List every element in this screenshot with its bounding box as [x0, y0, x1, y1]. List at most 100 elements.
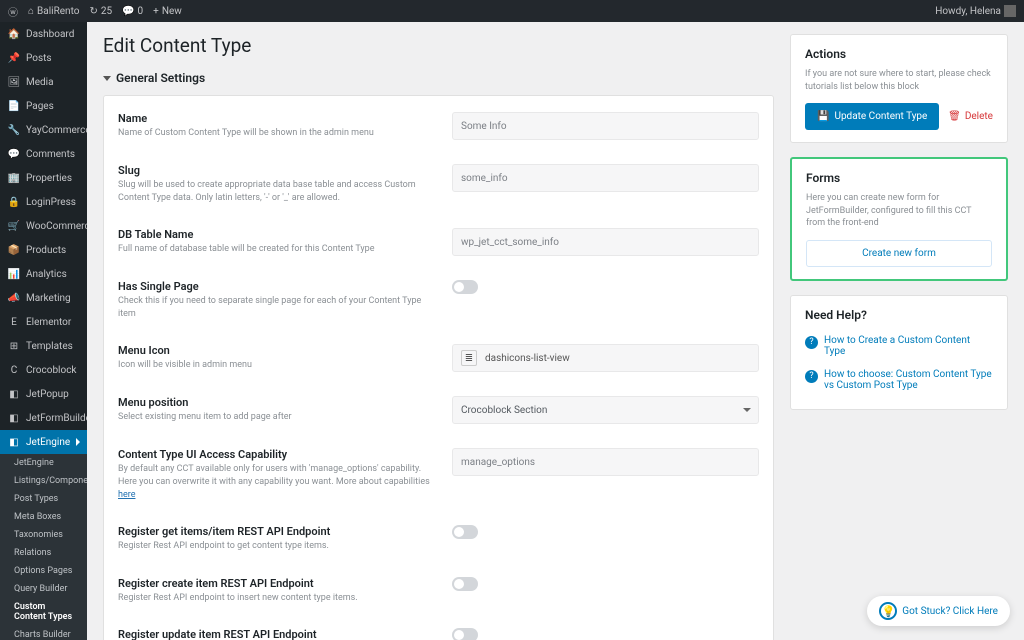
field-desc: Name of Custom Content Type will be show… — [118, 127, 436, 140]
menu-icon: E — [8, 316, 20, 328]
menu-position-select[interactable]: Crocoblock Section — [452, 396, 759, 424]
menu-icon: 📌 — [8, 52, 20, 64]
sidebar-item-woocommerce[interactable]: 🛒WooCommerce — [0, 214, 87, 238]
sidebar-item-label: JetPopup — [26, 389, 69, 400]
capabilities-link[interactable]: here — [118, 490, 135, 500]
sidebar-item-loginpress[interactable]: 🔒LoginPress — [0, 190, 87, 214]
sidebar-item-label: Templates — [26, 341, 73, 352]
field-label: DB Table Name — [118, 228, 436, 241]
actions-heading: Actions — [805, 47, 993, 61]
rest-update-toggle[interactable] — [452, 628, 478, 640]
create-form-button[interactable]: Create new form — [806, 240, 992, 267]
submenu-item-taxonomies[interactable]: Taxonomies — [0, 526, 87, 544]
submenu-item-jetengine[interactable]: JetEngine — [0, 454, 87, 472]
sidebar-item-comments[interactable]: 💬Comments — [0, 142, 87, 166]
sidebar-item-posts[interactable]: 📌 Posts — [0, 46, 87, 70]
wp-logo-icon[interactable]: ⓦ — [8, 4, 18, 19]
new-button[interactable]: +New — [153, 6, 182, 17]
db-table-input[interactable] — [452, 228, 759, 256]
sidebar-item-dashboard[interactable]: 🏠Dashboard — [0, 22, 87, 46]
menu-icon: ◧ — [8, 412, 20, 424]
forms-desc: Here you can create new form for JetForm… — [806, 192, 992, 230]
slug-input[interactable] — [452, 164, 759, 192]
submenu-item-meta-boxes[interactable]: Meta Boxes — [0, 508, 87, 526]
site-name[interactable]: ⌂BaliRento — [28, 6, 79, 17]
menu-icon: ⊞ — [8, 340, 20, 352]
menu-icon: 📄 — [8, 100, 20, 112]
menu-icon: 🔒 — [8, 196, 20, 208]
sidebar-item-label: Dashboard — [26, 29, 74, 40]
actions-card: Actions If you are not sure where to sta… — [790, 34, 1008, 143]
sidebar-item-templates[interactable]: ⊞ Templates — [0, 334, 87, 358]
sidebar-item-jetformbuilder[interactable]: ◧ JetFormBuilder — [0, 406, 87, 430]
menu-icon: 📊 — [8, 268, 20, 280]
sidebar-item-marketing[interactable]: 📣 Marketing — [0, 286, 87, 310]
sidebar-item-label: YayCommerce — [26, 125, 87, 136]
submenu-item-custom-content-types[interactable]: Custom Content Types — [0, 598, 87, 626]
help-link[interactable]: ?How to choose: Custom Content Type vs C… — [805, 363, 993, 397]
got-stuck-pill[interactable]: 💡 Got Stuck? Click Here — [867, 596, 1010, 626]
comment-icon: 💬 — [122, 6, 134, 17]
submenu-item-charts-builder[interactable]: Charts Builder — [0, 626, 87, 640]
sidebar-item-elementor[interactable]: EElementor — [0, 310, 87, 334]
submenu-item-listings-components[interactable]: Listings/Components — [0, 472, 87, 490]
submenu-item-query-builder[interactable]: Query Builder — [0, 580, 87, 598]
chevron-down-icon — [103, 76, 111, 81]
menu-icon: ◧ — [8, 436, 20, 448]
menu-icon: C — [8, 364, 20, 376]
field-row: Menu position Select existing menu item … — [118, 384, 759, 436]
arrow-icon — [76, 438, 80, 446]
single-page-toggle[interactable] — [452, 280, 478, 294]
help-link[interactable]: ?How to Create a Custom Content Type — [805, 329, 993, 363]
submenu-item-post-types[interactable]: Post Types — [0, 490, 87, 508]
sidebar-item-label: Analytics — [26, 269, 67, 280]
field-label: Register update item REST API Endpoint — [118, 628, 436, 640]
submenu-item-options-pages[interactable]: Options Pages — [0, 562, 87, 580]
field-row: Register get items/item REST API Endpoin… — [118, 513, 759, 565]
updates-count[interactable]: ↻25 — [89, 6, 112, 17]
sidebar-item-crocoblock[interactable]: CCrocoblock — [0, 358, 87, 382]
sidebar-item-properties[interactable]: 🏢Properties — [0, 166, 87, 190]
page-title: Edit Content Type — [103, 34, 774, 57]
sidebar-item-pages[interactable]: 📄Pages — [0, 94, 87, 118]
sidebar-item-label: Posts — [26, 53, 52, 64]
field-label: Name — [118, 112, 436, 125]
capability-input[interactable] — [452, 448, 759, 476]
rest-create-toggle[interactable] — [452, 577, 478, 591]
trash-icon: 🗑 — [948, 111, 961, 122]
forms-heading: Forms — [806, 171, 992, 185]
sidebar-item-products[interactable]: 📦Products — [0, 238, 87, 262]
help-heading: Need Help? — [805, 308, 993, 322]
question-icon: ? — [805, 370, 818, 383]
actions-desc: If you are not sure where to start, plea… — [805, 68, 993, 93]
name-input[interactable] — [452, 112, 759, 140]
menu-icon: 📣 — [8, 292, 20, 304]
rest-get-toggle[interactable] — [452, 525, 478, 539]
menu-icon: 🛒 — [8, 220, 20, 232]
comments-count[interactable]: 💬0 — [122, 6, 143, 17]
plus-icon: + — [153, 6, 159, 17]
field-desc: By default any CCT available only for us… — [118, 463, 436, 501]
field-row: Content Type UI Access Capability By def… — [118, 436, 759, 513]
field-label: Menu position — [118, 396, 436, 409]
user-menu[interactable]: Howdy, Helena — [935, 5, 1016, 17]
sidebar-item-label: JetFormBuilder — [26, 413, 87, 424]
sidebar-item-jetengine[interactable]: ◧JetEngine — [0, 430, 87, 454]
lightbulb-icon: 💡 — [879, 602, 897, 620]
sidebar-item-label: Marketing — [26, 293, 71, 304]
field-row: Register create item REST API Endpoint R… — [118, 565, 759, 617]
menu-icon: 📦 — [8, 244, 20, 256]
sidebar-item-yaycommerce[interactable]: 🔧YayCommerce — [0, 118, 87, 142]
general-settings-panel: Name Name of Custom Content Type will be… — [103, 95, 774, 640]
update-button[interactable]: 💾 Update Content Type — [805, 103, 939, 130]
field-label: Slug — [118, 164, 436, 177]
admin-bar: ⓦ ⌂BaliRento ↻25 💬0 +New Howdy, Helena — [0, 0, 1024, 22]
sidebar-item-media[interactable]: 🖼Media — [0, 70, 87, 94]
sidebar-item-jetpopup[interactable]: ◧JetPopup — [0, 382, 87, 406]
submenu-item-relations[interactable]: Relations — [0, 544, 87, 562]
section-toggle-general[interactable]: General Settings — [103, 71, 774, 85]
delete-button[interactable]: 🗑 Delete — [948, 111, 993, 122]
help-card: Need Help? ?How to Create a Custom Conte… — [790, 295, 1008, 410]
icon-picker[interactable]: ≣dashicons-list-view — [452, 344, 759, 372]
sidebar-item-analytics[interactable]: 📊 Analytics — [0, 262, 87, 286]
